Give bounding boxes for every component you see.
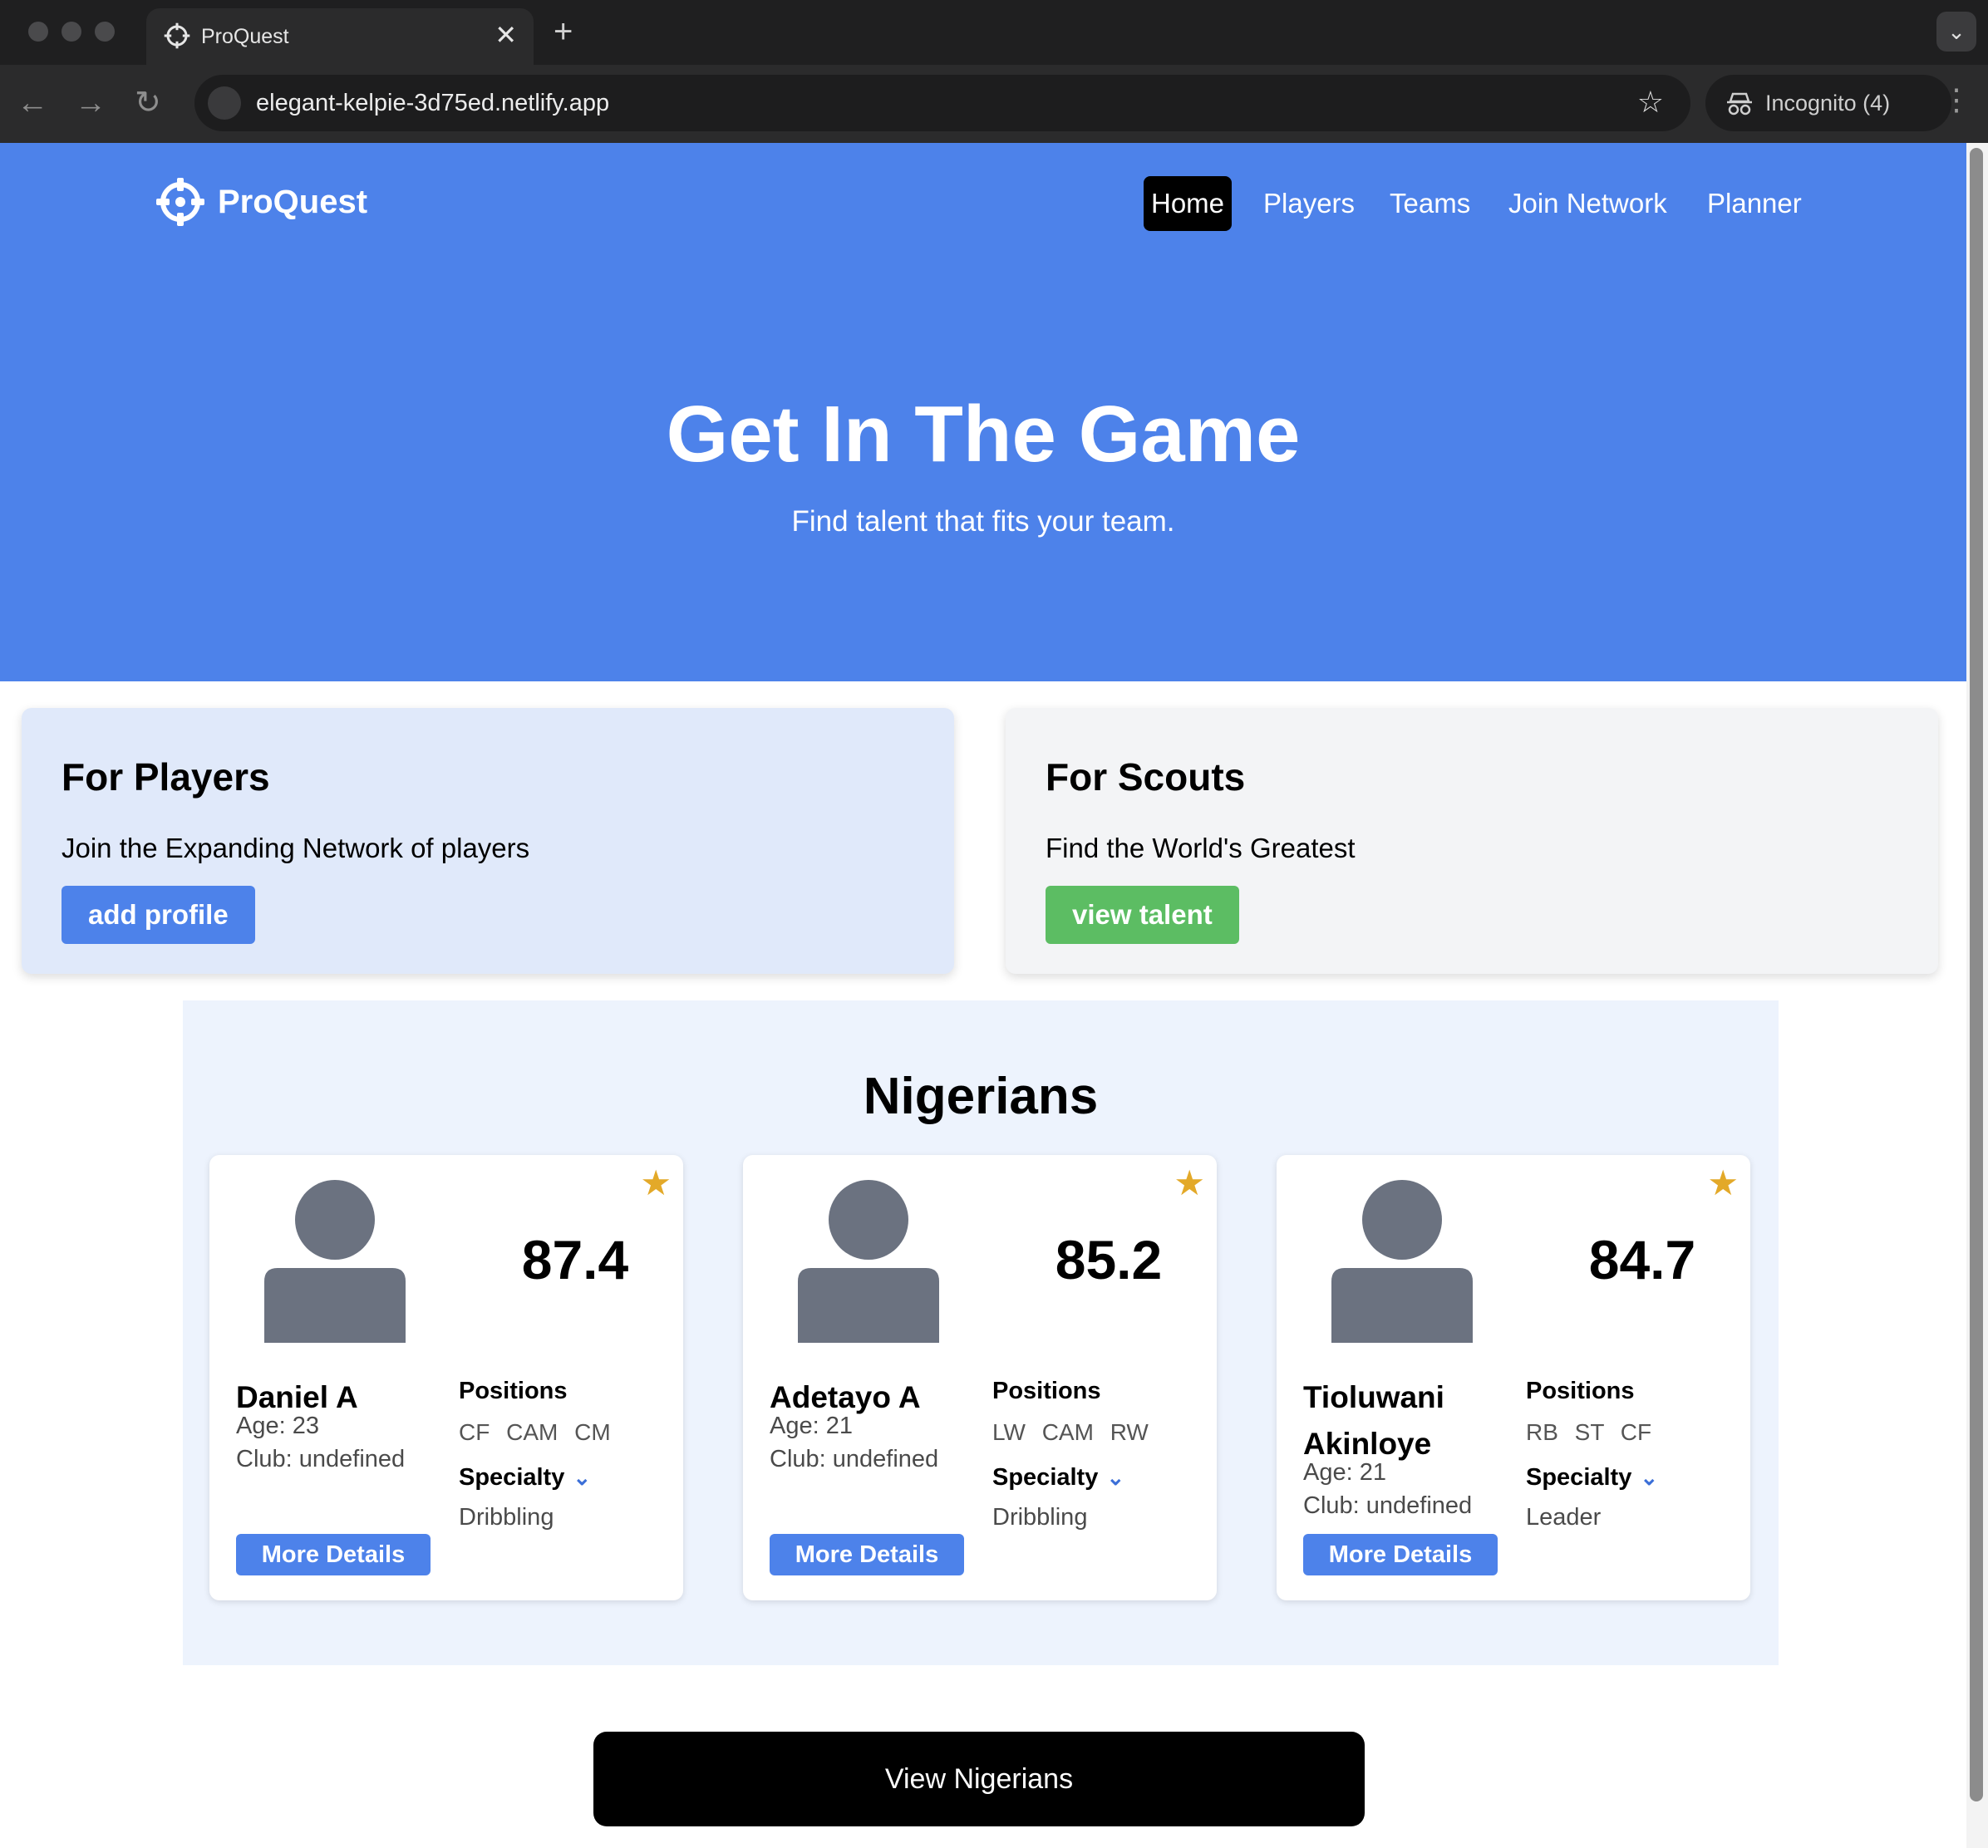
positions-label: Positions [459,1378,568,1404]
user-avatar-icon [798,1180,939,1343]
more-details-button[interactable]: More Details [1303,1534,1498,1575]
player-card: ★ 87.4 Daniel A Age: 23 Club: undefined … [209,1155,683,1600]
specialty-toggle[interactable]: Specialty ⌄ [1526,1464,1658,1492]
hero-section: ProQuest Home Players Teams Join Network… [0,143,1966,681]
reload-icon[interactable]: ↻ [135,86,161,120]
star-icon[interactable]: ★ [1707,1163,1739,1203]
player-age: Age: 23 [236,1413,319,1439]
player-specialty: Dribbling [459,1504,554,1531]
player-age: Age: 21 [1303,1459,1386,1486]
address-bar[interactable]: elegant-kelpie-3d75ed.netlify.app ☆ [194,75,1690,131]
card-text: Find the World's Greatest [1046,833,1356,863]
url-text[interactable]: elegant-kelpie-3d75ed.netlify.app [256,90,609,117]
bookmark-star-icon[interactable]: ☆ [1637,85,1664,120]
positions-label: Positions [992,1378,1101,1404]
site-logo[interactable]: ProQuest [155,174,367,229]
player-club: Club: undefined [770,1446,939,1472]
player-rating: 87.4 [521,1229,629,1290]
card-text: Join the Expanding Network of players [62,833,530,863]
players-section: Nigerians ★ 87.4 Daniel A Age: 23 Club: … [183,1000,1779,1665]
browser-menu-icon[interactable]: ⋮ [1941,83,1971,116]
user-avatar-icon [264,1180,406,1343]
player-name: Tioluwani Akinloye [1303,1380,1444,1461]
back-arrow-icon[interactable]: ← [17,86,48,120]
incognito-button[interactable]: Incognito (4) [1705,75,1951,131]
chevron-down-icon: ⌄ [573,1465,592,1490]
section-title: Nigerians [863,1068,1099,1125]
specialty-toggle[interactable]: Specialty ⌄ [992,1464,1124,1492]
tab-title: ProQuest [201,25,289,48]
forward-arrow-icon[interactable]: → [75,86,106,120]
player-specialty: Dribbling [992,1504,1088,1531]
nav-players[interactable]: Players [1263,176,1355,231]
specialty-label: Specialty [1526,1464,1632,1491]
specialty-label: Specialty [459,1464,565,1491]
chevron-down-icon: ⌄ [1106,1465,1125,1490]
more-details-button[interactable]: More Details [236,1534,431,1575]
browser-tab[interactable]: ProQuest ✕ [146,8,534,65]
view-talent-button[interactable]: view talent [1046,886,1239,944]
player-positions: RB ST CF [1526,1419,1652,1445]
minimize-window-button[interactable] [62,22,81,42]
chevron-down-icon: ⌄ [1947,19,1966,44]
tab-search-button[interactable]: ⌄ [1936,12,1976,52]
player-card: ★ 85.2 Adetayo A Age: 21 Club: undefined… [743,1155,1217,1600]
zoom-window-button[interactable] [95,22,115,42]
site-info-icon[interactable] [208,86,241,120]
nav-home[interactable]: Home [1144,176,1233,231]
crosshair-icon [156,178,204,226]
card-title: For Scouts [1046,755,1246,799]
add-profile-button[interactable]: add profile [62,886,255,944]
card-title: For Players [62,755,270,799]
browser-chrome: ProQuest ✕ + ⌄ ← → ↻ elegant-kelpie-3d75… [0,0,1988,143]
tab-strip: ProQuest ✕ + ⌄ [0,0,1988,65]
for-players-card: For Players Join the Expanding Network o… [22,708,954,974]
page-viewport: ProQuest Home Players Teams Join Network… [0,143,1966,1848]
nav-planner[interactable]: Planner [1707,176,1802,231]
chevron-down-icon: ⌄ [1640,1465,1659,1490]
player-rating: 84.7 [1588,1229,1696,1290]
user-avatar-icon [1331,1180,1473,1343]
brand-name: ProQuest [218,183,368,220]
for-scouts-card: For Scouts Find the World's Greatest vie… [1006,708,1938,974]
player-rating: 85.2 [1055,1229,1163,1290]
incognito-label: Incognito (4) [1765,91,1891,116]
view-nigerians-button[interactable]: View Nigerians [593,1732,1365,1826]
hero-subtitle: Find talent that fits your team. [791,505,1175,538]
player-card: ★ 84.7 Tioluwani Akinloye Age: 21 Club: … [1277,1155,1750,1600]
nav-teams[interactable]: Teams [1390,176,1470,231]
star-icon[interactable]: ★ [640,1163,672,1203]
crosshair-icon [164,22,190,49]
hero-title: Get In The Game [666,390,1301,479]
specialty-label: Specialty [992,1464,1099,1491]
positions-label: Positions [1526,1378,1635,1404]
incognito-icon [1727,92,1752,116]
specialty-toggle[interactable]: Specialty ⌄ [459,1464,591,1492]
close-tab-icon[interactable]: ✕ [495,18,517,52]
player-club: Club: undefined [236,1446,406,1472]
player-age: Age: 21 [770,1413,853,1439]
player-positions: LW CAM RW [992,1419,1149,1445]
close-window-button[interactable] [28,22,48,42]
scrollbar-thumb[interactable] [1970,148,1983,1801]
new-tab-button[interactable]: + [554,13,573,50]
nav-join-network[interactable]: Join Network [1508,176,1667,231]
player-specialty: Leader [1526,1504,1602,1531]
player-club: Club: undefined [1303,1492,1473,1519]
player-positions: CF CAM CM [459,1419,611,1445]
star-icon[interactable]: ★ [1174,1163,1205,1203]
more-details-button[interactable]: More Details [770,1534,964,1575]
